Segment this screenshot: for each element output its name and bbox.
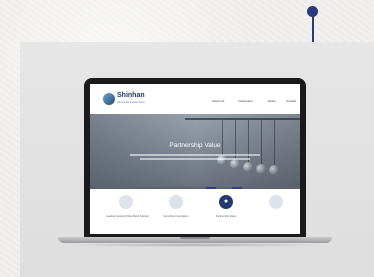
laptop-notch [180,237,210,239]
slider-dot[interactable] [232,187,242,189]
hero-divider [90,187,300,189]
logo-name[interactable]: Shinhan [117,92,145,99]
hero-text-line [140,158,250,160]
nav-item-news[interactable]: News [268,99,276,103]
hero-title: Partnership Value [169,142,221,149]
pin-line [312,13,314,43]
laptop-screen: Shinhan Financial Investment About Us In… [90,84,300,234]
logo-tagline: Financial Investment [117,100,145,104]
feature-item[interactable]: Leading Global & Wise Bank Solution [106,195,150,218]
circle-icon [269,195,283,209]
logo-icon[interactable] [103,93,115,105]
feature-item[interactable] [256,195,296,215]
feature-item[interactable]: ● Partnership Value [206,195,246,218]
nav-item-about[interactable]: About Us [212,99,224,103]
circle-icon [169,195,183,209]
slider-dot[interactable] [206,187,216,189]
site-header: Shinhan Financial Investment About Us In… [90,84,300,114]
circle-icon [119,195,133,209]
feature-item[interactable]: Securities Foundation [156,195,196,218]
hero-text-line [130,154,260,156]
feature-label: Leading Global & Wise Bank Solution [106,215,150,218]
feature-label: Securities Foundation [163,215,189,218]
slider-indicator[interactable] [206,187,256,190]
feature-label: Partnership Value [215,215,237,218]
nav-item-investment[interactable]: Investment [238,99,253,103]
hero-banner: Partnership Value [90,114,300,189]
hero-overlay [90,114,300,189]
nav-item-contact[interactable]: Contact [286,99,296,103]
people-icon: ● [219,195,233,209]
laptop-shadow [62,243,328,247]
